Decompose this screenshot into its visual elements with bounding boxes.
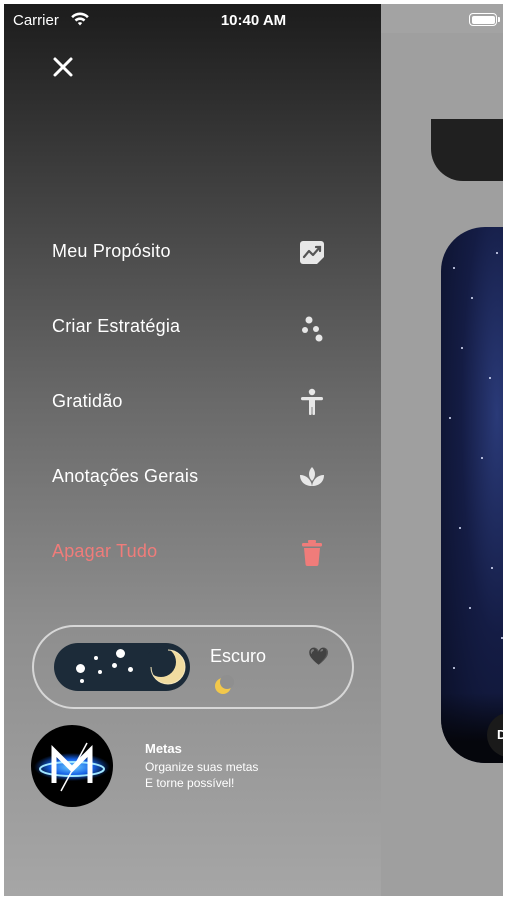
preview-header [431,119,503,181]
menu-item-apagar-tudo[interactable]: Apagar Tudo [52,532,327,572]
menu-item-label: Anotações Gerais [52,466,199,486]
menu-item-label: Gratidão [52,391,123,411]
app-tagline: E torne possível! [145,776,235,790]
menu-item-label: Apagar Tudo [52,541,158,561]
star-icon [116,649,125,658]
app-name: Metas [145,741,182,756]
dark-mode-switch[interactable] [54,643,190,691]
star-icon [94,656,98,660]
black-heart-icon: 🖤 [308,647,330,666]
app-logo [31,725,113,807]
close-icon[interactable] [48,52,78,82]
main-screen-preview[interactable]: D [381,33,503,896]
preview-night-sky-card: D [441,227,503,763]
trash-icon [302,540,322,566]
star-icon [98,670,102,674]
status-bar: Carrier 10:40 AM [4,4,503,32]
menu-item-criar-estrategia[interactable]: Criar Estratégia [52,307,327,347]
purpose-chart-icon [300,241,324,264]
screen: D Carrier 10:40 AM Meu Propósito Criar E… [4,4,503,896]
battery-icon [469,13,500,26]
star-icon [80,679,84,683]
star-icon [76,664,85,673]
menu-item-meu-proposito[interactable]: Meu Propósito [52,232,327,272]
strategy-dots-icon [302,316,323,342]
app-tagline: Organize suas metas [145,760,259,774]
metas-logo-icon [34,742,110,792]
person-icon [301,388,323,415]
menu-item-label: Criar Estratégia [52,316,181,336]
menu-item-label: Meu Propósito [52,241,171,261]
clock: 10:40 AM [220,12,287,29]
menu-item-gratidao[interactable]: Gratidão [52,382,327,422]
menu-item-anotacoes-gerais[interactable]: Anotações Gerais [52,457,327,497]
star-icon [128,667,133,672]
theme-toggle[interactable]: Escuro 🖤 [32,625,354,709]
lotus-icon [300,467,324,486]
theme-label: Escuro [210,646,267,666]
star-icon [112,663,117,668]
moon-icon [148,647,186,685]
crescent-moon-icon [215,675,234,694]
